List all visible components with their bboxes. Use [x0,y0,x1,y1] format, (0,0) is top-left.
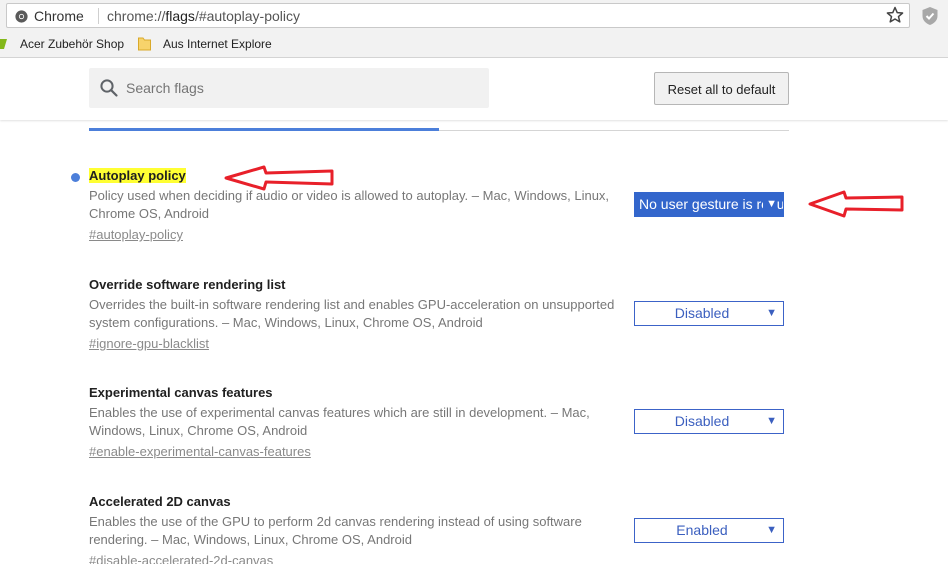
tab-available-indicator[interactable] [89,128,439,131]
dropdown-arrow-icon: ▼ [766,415,777,427]
experiment-title: Experimental canvas features [89,385,273,400]
experiment-override-software-rendering: Override software rendering list Overrid… [89,277,948,367]
url-text[interactable]: chrome://flags/#autoplay-policy [107,8,300,24]
experiment-title: Override software rendering list [89,277,286,292]
bookmarks-bar: Acer Zubehör Shop Aus Internet Explore [0,32,948,58]
experiment-permalink[interactable]: #enable-experimental-canvas-features [89,444,311,459]
flags-header: Search flags Reset all to default [0,58,948,120]
select-value: No user gesture is required [639,196,783,212]
annotation-arrow-icon [808,190,904,218]
experiment-select[interactable]: Enabled ▼ [634,518,784,543]
bookmark-acer-shop[interactable]: Acer Zubehör Shop [20,37,124,51]
reset-all-button[interactable]: Reset all to default [654,72,789,105]
experiment-permalink[interactable]: #disable-accelerated-2d-canvas [89,553,273,564]
dropdown-arrow-icon: ▼ [766,307,777,319]
dropdown-arrow-icon: ▼ [763,193,777,216]
folder-icon [138,37,151,51]
select-value: Enabled [676,522,728,538]
search-icon [100,79,118,97]
dropdown-arrow-icon: ▼ [766,524,777,536]
address-bar-row: Chrome chrome://flags/#autoplay-policy [0,0,948,32]
search-placeholder: Search flags [126,80,204,96]
shield-extension-icon[interactable] [921,6,939,26]
experiment-experimental-canvas: Experimental canvas features Enables the… [89,385,948,475]
modified-indicator [71,173,80,182]
experiment-permalink[interactable]: #autoplay-policy [89,227,183,242]
experiment-accelerated-2d-canvas: Accelerated 2D canvas Enables the use of… [89,494,948,564]
chrome-icon [15,10,28,23]
url-scheme: chrome:// [107,8,166,24]
select-value: Disabled [674,305,730,321]
experiment-description: Enables the use of the GPU to perform 2d… [89,514,582,547]
omnibox[interactable]: Chrome chrome://flags/#autoplay-policy [6,3,910,28]
experiment-title: Accelerated 2D canvas [89,494,231,509]
site-chip-label: Chrome [34,8,84,24]
experiment-permalink[interactable]: #ignore-gpu-blacklist [89,336,209,351]
search-flags-input[interactable]: Search flags [89,68,489,108]
url-path: /#autoplay-policy [194,8,300,24]
bookmark-star-icon[interactable] [885,5,905,25]
experiment-select[interactable]: No user gesture is required ▼ [634,192,784,217]
annotation-arrow-icon [224,165,334,191]
experiment-title: Autoplay policy [89,168,186,183]
experiment-description: Overrides the built-in software renderin… [89,297,615,330]
select-value: Disabled [674,413,730,429]
experiment-description: Policy used when deciding if audio or vi… [89,188,610,221]
experiment-description: Enables the use of experimental canvas f… [89,405,590,438]
bookmark-ie-folder[interactable]: Aus Internet Explore [163,37,272,51]
experiment-select[interactable]: Disabled ▼ [634,301,784,326]
address-divider [98,8,99,24]
acer-icon [0,39,7,49]
url-host: flags [165,8,195,24]
experiment-select[interactable]: Disabled ▼ [634,409,784,434]
